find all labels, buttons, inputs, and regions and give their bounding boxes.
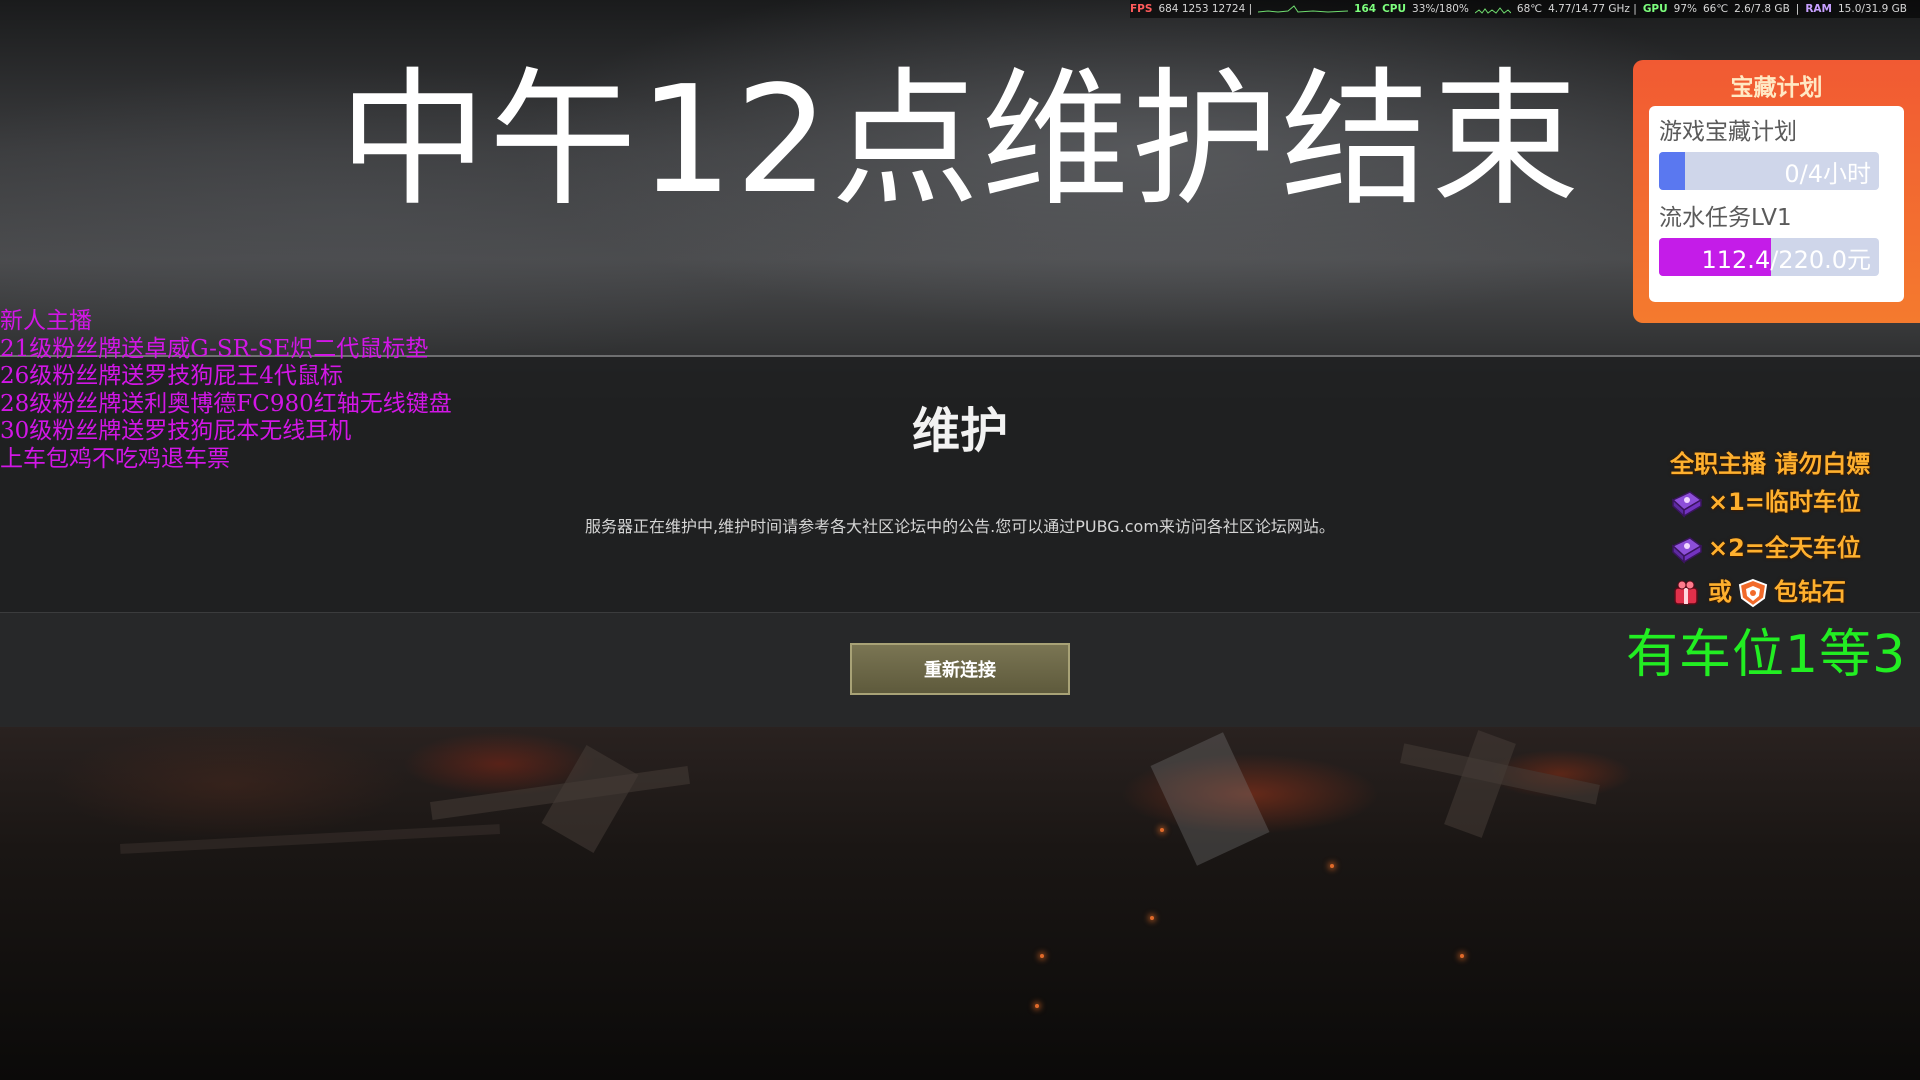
list-item: 28级粉丝牌送利奥博德FC980红轴无线键盘 [0,390,452,417]
task-progress-text: 112.4/220.0元 [1701,245,1872,274]
treasure-widget-body: 游戏宝藏计划 0/4小时 流水任务LV1 112.4/220.0元 [1649,106,1904,302]
gpu-mem: 2.6/7.8 GB [1734,3,1790,15]
cpu-freq: 4.77/14.77 GHz | [1548,3,1637,15]
fps-graph-value: 164 [1354,3,1377,15]
purple-gift-icon [1671,491,1703,518]
cpu-value: 33%/180% [1412,3,1469,15]
promo-or-text: 或 [1708,578,1732,606]
list-item: 21级粉丝牌送卓威G-SR-SE炽二代鼠标垫 [0,335,429,362]
promo-headline: 全职主播 请勿白嫖 [1670,450,1871,478]
promo-full-seat-text: ×2=全天车位 [1708,534,1861,562]
seat-queue-text: 有车位1等3 [1626,625,1907,685]
list-item: 30级粉丝牌送罗技狗屁本无线耳机 [0,418,352,444]
fps-graph-icon [1258,5,1349,13]
list-item: 新人主播 [0,308,92,334]
ram-value: 15.0/31.9 GB [1838,3,1907,15]
gpu-value: 97% [1673,3,1697,15]
treasure-plan-widget: 宝藏计划 游戏宝藏计划 0/4小时 流水任务LV1 112.4/220.0元 [1633,60,1920,323]
perf-separator: | [1795,3,1800,15]
gpu-label: GPU [1642,3,1668,15]
plan-progress-fill [1659,152,1686,190]
red-gift-icon [1674,580,1698,605]
treasure-widget-title: 宝藏计划 [1730,75,1823,101]
promo-temp-seat-text: ×1=临时车位 [1708,488,1861,516]
promo-diamond: 或 包钻石 [1670,572,1846,608]
promo-temp-seat: ×1=临时车位 [1670,482,1861,518]
list-item: 上车包鸡不吃鸡退车票 [0,445,230,472]
guard-shield-icon [1738,578,1768,608]
plan-progress-bar: 0/4小时 [1659,152,1879,190]
stream-rewards-list: 新人主播 21级粉丝牌送卓威G-SR-SE炽二代鼠标垫 26级粉丝牌送罗技狗屁王… [0,308,520,473]
fps-values: 684 1253 12724 | [1158,3,1253,15]
game-screen: FPS 684 1253 12724 | 164 CPU 33%/180% 68… [0,0,1920,1080]
reconnect-button[interactable]: 重新连接 [850,643,1070,695]
performance-overlay: FPS 684 1253 12724 | 164 CPU 33%/180% 68… [1130,0,1920,18]
promo-diamond-text: 包钻石 [1774,578,1846,606]
cpu-graph-icon [1474,7,1511,14]
dialog-message: 服务器正在维护中,维护时间请参考各大社区论坛中的公告.您可以通过PUBG.com… [585,517,1335,536]
list-item: 26级粉丝牌送罗技狗屁王4代鼠标 [0,363,343,389]
purple-gift-icon [1671,537,1703,564]
promo-full-seat: ×2=全天车位 [1670,528,1861,564]
gpu-temp: 66℃ [1703,3,1729,15]
task-progress-bar: 112.4/220.0元 [1659,238,1879,276]
cpu-label: CPU [1382,3,1407,15]
cpu-temp: 68℃ [1516,3,1543,15]
ram-label: RAM [1805,3,1832,15]
plan-label: 游戏宝藏计划 [1659,119,1797,145]
maintenance-end-title: 中午12点维护结束 [338,54,1582,226]
plan-progress-text: 0/4小时 [1784,159,1871,188]
task-label: 流水任务LV1 [1659,205,1792,231]
battlefield-background [0,724,1920,1080]
fps-label: FPS [1130,3,1153,15]
